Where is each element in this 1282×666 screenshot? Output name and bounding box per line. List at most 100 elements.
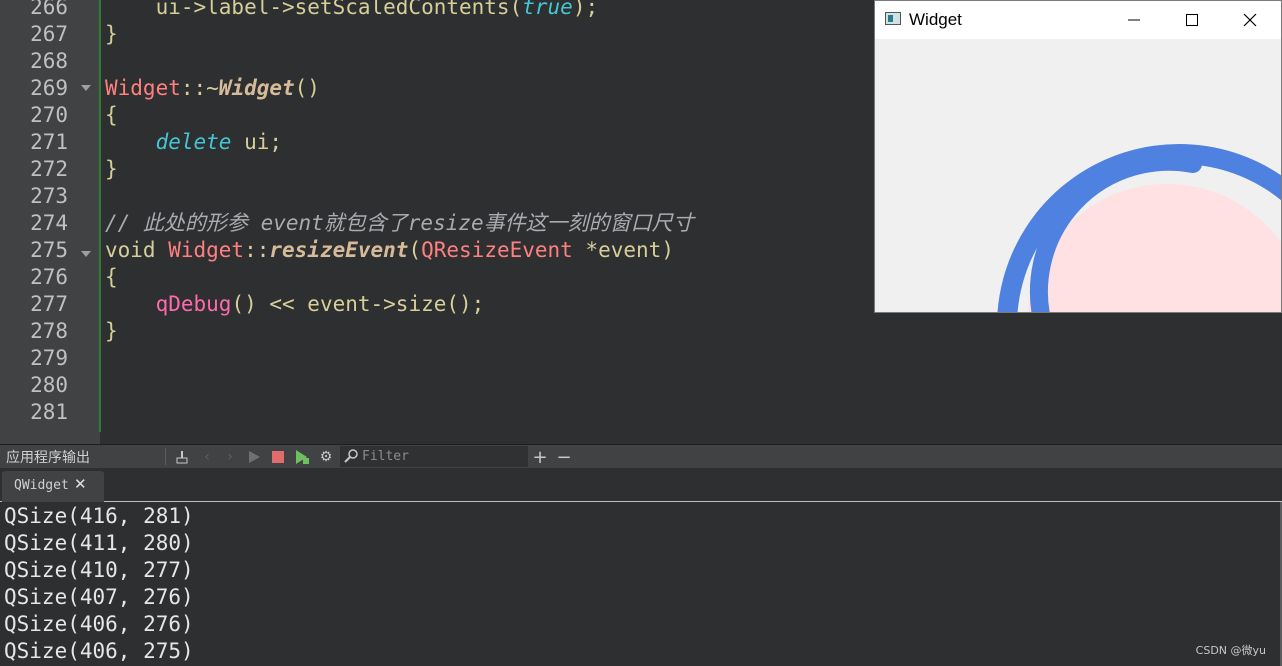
output-line: QSize(406, 275) bbox=[4, 639, 194, 663]
fold-toggle-icon[interactable] bbox=[81, 251, 91, 257]
stop-icon bbox=[272, 451, 284, 463]
close-icon bbox=[1243, 13, 1257, 27]
line-number: 273 bbox=[30, 184, 68, 208]
output-tabs: QWidget ✕ bbox=[0, 468, 1282, 502]
application-output[interactable]: QSize(416, 281) QSize(411, 280) QSize(410,… bbox=[0, 502, 1282, 666]
scaled-label-image bbox=[997, 143, 1281, 312]
code-line[interactable]: { bbox=[105, 102, 118, 129]
stop-button[interactable] bbox=[268, 447, 288, 467]
code-line[interactable]: } bbox=[105, 318, 118, 345]
code-line[interactable]: // 此处的形参 event就包含了resize事件这一刻的窗口尺寸 bbox=[105, 210, 694, 237]
output-line: QSize(406, 276) bbox=[4, 612, 194, 636]
gear-icon: ⚙ bbox=[319, 449, 333, 465]
line-number: 269 bbox=[30, 76, 68, 100]
code-token: ( bbox=[408, 238, 422, 262]
watermark-text: CSDN @微yu bbox=[1195, 644, 1266, 657]
run-button[interactable] bbox=[244, 447, 264, 467]
line-number: 276 bbox=[30, 265, 68, 289]
fold-toggle-icon[interactable] bbox=[81, 85, 91, 91]
output-line: QSize(416, 281) bbox=[4, 504, 194, 528]
output-pane-toolbar: 应用程序输出 ‹ › ⚙ + − bbox=[0, 444, 1282, 468]
line-number: 270 bbox=[30, 103, 68, 127]
code-token: true bbox=[522, 0, 573, 19]
line-number: 279 bbox=[30, 346, 68, 370]
code-token: *event) bbox=[572, 238, 674, 262]
code-token: QResizeEvent bbox=[421, 238, 573, 262]
code-token: { bbox=[105, 265, 118, 289]
search-icon bbox=[344, 449, 358, 463]
line-number: 277 bbox=[30, 292, 68, 316]
code-token: void bbox=[105, 238, 169, 262]
tab-label: QWidget bbox=[14, 478, 69, 493]
line-number: 281 bbox=[30, 400, 68, 424]
line-number: 278 bbox=[30, 319, 68, 343]
code-token: ui; bbox=[231, 130, 283, 154]
line-number: 268 bbox=[30, 49, 68, 73]
code-line[interactable]: Widget::~Widget() bbox=[105, 75, 320, 102]
line-number: 274 bbox=[30, 211, 68, 235]
output-line: QSize(411, 280) bbox=[4, 531, 194, 555]
minimize-button[interactable] bbox=[1105, 1, 1163, 39]
line-number: 266 bbox=[30, 0, 68, 19]
code-line[interactable]: ui->label->setScaledContents(true); bbox=[105, 0, 599, 21]
window-client-area bbox=[875, 39, 1281, 312]
code-token: } bbox=[105, 319, 118, 343]
toolbar-separator bbox=[165, 448, 166, 465]
filter-box[interactable] bbox=[340, 446, 528, 467]
filter-input[interactable] bbox=[362, 448, 522, 465]
maximize-button[interactable] bbox=[1163, 1, 1221, 39]
code-line[interactable]: qDebug() << event->size(); bbox=[105, 291, 485, 318]
close-window-button[interactable] bbox=[1221, 1, 1279, 39]
gutter-change-marker bbox=[99, 0, 101, 432]
plus-icon: + bbox=[532, 446, 548, 468]
next-item-button[interactable]: › bbox=[220, 447, 240, 467]
window-title: Widget bbox=[909, 10, 962, 29]
debug-run-button[interactable] bbox=[292, 447, 312, 467]
previous-item-button[interactable]: ‹ bbox=[197, 447, 217, 467]
code-token: } bbox=[105, 157, 118, 181]
line-number: 280 bbox=[30, 373, 68, 397]
code-token: delete bbox=[155, 130, 232, 154]
code-line[interactable]: } bbox=[105, 156, 118, 183]
line-number: 267 bbox=[30, 22, 68, 46]
tab-qwidget[interactable]: QWidget ✕ bbox=[2, 471, 104, 502]
code-line[interactable]: delete ui; bbox=[105, 129, 282, 156]
code-token: } bbox=[105, 22, 118, 46]
code-line[interactable]: { bbox=[105, 264, 118, 291]
minimize-icon bbox=[1128, 19, 1140, 21]
code-token: { bbox=[105, 103, 118, 127]
add-output-button[interactable]: + bbox=[530, 446, 550, 468]
remove-output-button[interactable]: − bbox=[554, 446, 574, 468]
output-line: QSize(410, 277) bbox=[4, 558, 194, 582]
settings-button[interactable]: ⚙ bbox=[316, 447, 336, 467]
code-token: Widget bbox=[168, 238, 245, 262]
code-line[interactable]: } bbox=[105, 21, 118, 48]
code-token: :: bbox=[244, 238, 270, 262]
output-pane-title: 应用程序输出 bbox=[6, 450, 90, 466]
output-line: QSize(407, 276) bbox=[4, 585, 194, 609]
code-token: qDebug bbox=[155, 292, 232, 316]
window-titlebar[interactable]: Widget bbox=[875, 1, 1281, 39]
code-token: () << event->size(); bbox=[231, 292, 485, 316]
code-token: ui->label->setScaledContents( bbox=[105, 0, 523, 19]
clear-output-icon bbox=[176, 451, 188, 464]
code-token: ); bbox=[572, 0, 599, 19]
chevron-left-icon: ‹ bbox=[204, 449, 210, 465]
code-token: Widget bbox=[218, 76, 295, 100]
code-line[interactable]: void Widget::resizeEvent(QResizeEvent *e… bbox=[105, 237, 674, 264]
clear-output-button[interactable] bbox=[172, 447, 192, 467]
debug-play-icon bbox=[296, 450, 309, 464]
tab-close-icon[interactable]: ✕ bbox=[74, 475, 87, 493]
code-token: Widget bbox=[105, 76, 181, 100]
line-number: 272 bbox=[30, 157, 68, 181]
line-number: 275 bbox=[30, 238, 68, 262]
maximize-icon bbox=[1186, 14, 1198, 26]
code-token: resizeEvent bbox=[269, 238, 409, 262]
app-window-icon bbox=[885, 12, 901, 25]
chevron-right-icon: › bbox=[227, 449, 233, 465]
code-token: ::~ bbox=[180, 76, 219, 100]
minus-icon: − bbox=[556, 446, 572, 468]
widget-window[interactable]: Widget bbox=[874, 0, 1282, 313]
